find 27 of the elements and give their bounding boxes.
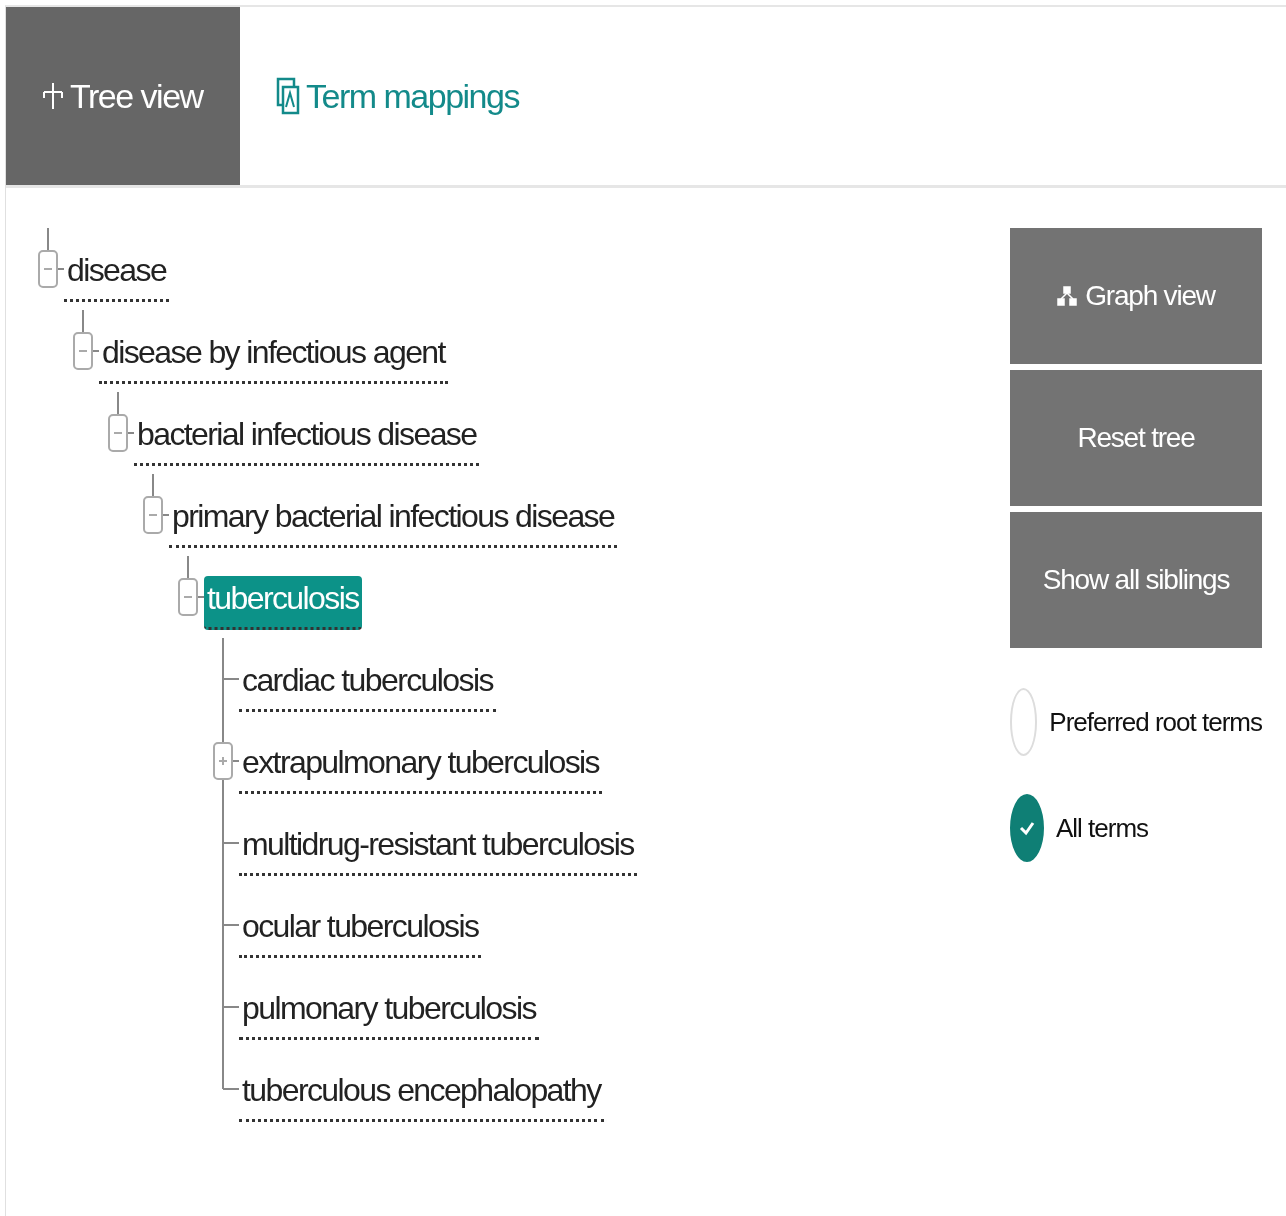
action-button[interactable]: Show all siblings <box>1010 512 1262 648</box>
tree-node[interactable]: bacterial infectious disease <box>134 412 480 466</box>
tree-node[interactable]: tuberculous encephalopathy <box>239 1068 604 1122</box>
hierarchy-icon <box>1057 286 1078 306</box>
tree-node[interactable]: tuberculosis <box>204 576 362 630</box>
collapse-toggle[interactable] <box>143 496 163 534</box>
collapse-toggle[interactable] <box>178 578 198 616</box>
action-button[interactable]: Reset tree <box>1010 370 1262 506</box>
tree-node[interactable]: primary bacterial infectious disease <box>169 494 618 548</box>
plus-icon <box>218 756 228 766</box>
tree-node[interactable]: extrapulmonary tuberculosis <box>239 740 602 794</box>
tree-node[interactable]: ocular tuberculosis <box>239 904 482 958</box>
collapse-toggle[interactable] <box>38 250 58 288</box>
tree-node[interactable]: disease <box>64 248 170 302</box>
radio-label: All terms <box>1056 812 1149 844</box>
tree-node[interactable]: disease by infectious agent <box>99 330 448 384</box>
tree-node[interactable]: multidrug-resistant tuberculosis <box>239 822 637 876</box>
radio-label: Preferred root terms <box>1049 706 1262 738</box>
action-button[interactable]: Graph view <box>1010 228 1262 364</box>
tree-node[interactable]: pulmonary tuberculosis <box>239 986 539 1040</box>
tree-node[interactable]: cardiac tuberculosis <box>239 658 496 712</box>
document-icon <box>276 77 300 115</box>
collapse-toggle[interactable] <box>73 332 93 370</box>
tab[interactable]: Tree view <box>6 7 240 185</box>
tree-icon <box>42 81 64 111</box>
expand-toggle[interactable] <box>213 742 233 780</box>
collapse-toggle[interactable] <box>108 414 128 452</box>
